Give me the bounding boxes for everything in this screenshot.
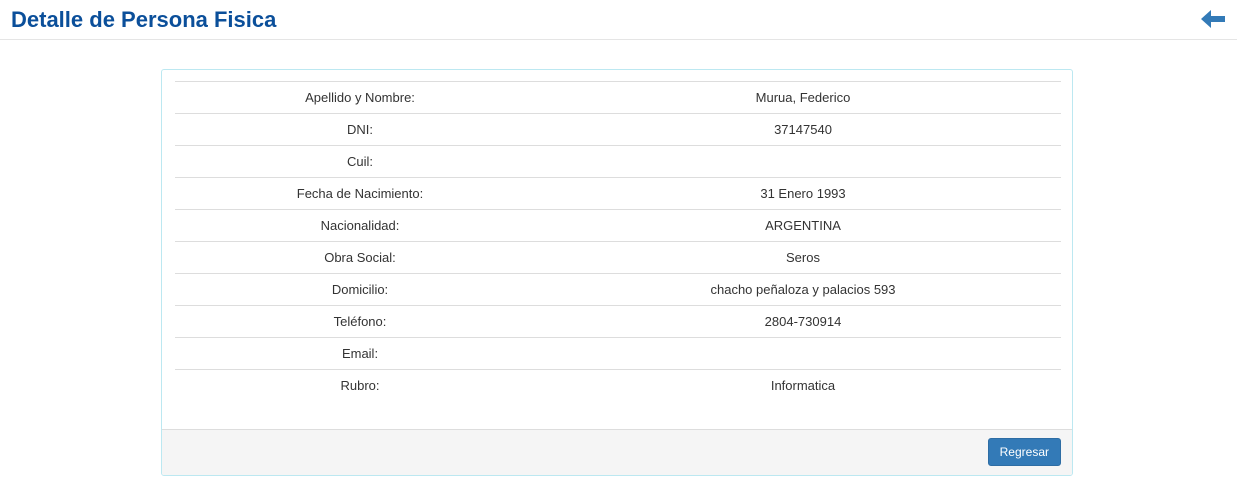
detail-value: chacho peñaloza y palacios 593 — [545, 273, 1061, 306]
detail-label: Cuil: — [175, 145, 545, 178]
detail-row: Apellido y Nombre: Murua, Federico — [175, 81, 1061, 114]
detail-row: Fecha de Nacimiento: 31 Enero 1993 — [175, 177, 1061, 210]
detail-label: Rubro: — [175, 369, 545, 402]
detail-label: Email: — [175, 337, 545, 370]
detail-row: Rubro: Informatica — [175, 369, 1061, 402]
detail-label: Apellido y Nombre: — [175, 81, 545, 114]
detail-value: Murua, Federico — [545, 81, 1061, 114]
page-header: Detalle de Persona Fisica — [0, 0, 1237, 40]
detail-row: Email: — [175, 337, 1061, 370]
detail-row: Domicilio: chacho peñaloza y palacios 59… — [175, 273, 1061, 306]
detail-value: Informatica — [545, 369, 1061, 402]
detail-label: Teléfono: — [175, 305, 545, 338]
detail-row: DNI: 37147540 — [175, 113, 1061, 146]
panel-footer: Regresar — [162, 429, 1072, 475]
detail-label: DNI: — [175, 113, 545, 146]
regresar-button[interactable]: Regresar — [987, 438, 1061, 466]
detail-label: Nacionalidad: — [175, 209, 545, 242]
detail-table: Apellido y Nombre: Murua, Federico DNI: … — [175, 81, 1061, 402]
detail-label: Fecha de Nacimiento: — [175, 177, 545, 210]
detail-label: Domicilio: — [175, 273, 545, 306]
page-title: Detalle de Persona Fisica — [11, 7, 277, 32]
detail-label: Obra Social: — [175, 241, 545, 274]
detail-value: Seros — [545, 241, 1061, 274]
detail-value: ARGENTINA — [545, 209, 1061, 242]
detail-value: 31 Enero 1993 — [545, 177, 1061, 210]
detail-value — [545, 337, 1061, 370]
detail-row: Obra Social: Seros — [175, 241, 1061, 274]
detail-panel: Apellido y Nombre: Murua, Federico DNI: … — [161, 69, 1073, 476]
detail-value — [545, 145, 1061, 178]
detail-row: Nacionalidad: ARGENTINA — [175, 209, 1061, 242]
arrow-left-icon[interactable] — [1201, 9, 1225, 29]
detail-row: Cuil: — [175, 145, 1061, 178]
detail-row: Teléfono: 2804-730914 — [175, 305, 1061, 338]
detail-value: 37147540 — [545, 113, 1061, 146]
detail-value: 2804-730914 — [545, 305, 1061, 338]
